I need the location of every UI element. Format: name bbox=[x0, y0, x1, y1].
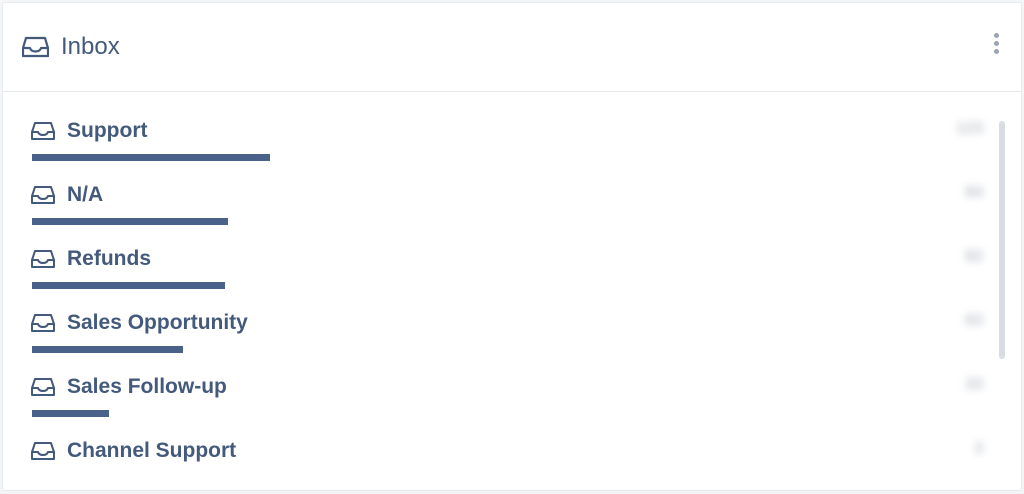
inbox-row-bar bbox=[32, 410, 109, 417]
inbox-icon bbox=[31, 122, 55, 140]
inbox-row-label: N/A bbox=[67, 183, 104, 206]
inbox-card: Inbox Support 123 N/A 84 Refunds 82 Sales Oppo… bbox=[2, 2, 1022, 491]
inbox-icon bbox=[31, 442, 55, 460]
inbox-row-label: Support bbox=[67, 119, 148, 142]
inbox-row-label: Sales Follow-up bbox=[67, 375, 227, 398]
inbox-row[interactable]: Channel Support 3 bbox=[31, 426, 983, 482]
inbox-list: Support 123 N/A 84 Refunds 82 Sales Opportunit… bbox=[3, 92, 1021, 490]
more-vertical-icon[interactable] bbox=[989, 33, 1003, 59]
inbox-row[interactable]: Refunds 82 bbox=[31, 234, 983, 290]
inbox-row[interactable]: N/A 84 bbox=[31, 170, 983, 226]
inbox-row[interactable]: Sales Follow-up 33 bbox=[31, 362, 983, 418]
inbox-row[interactable]: Support 123 bbox=[31, 106, 983, 162]
inbox-row-count: 123 bbox=[956, 120, 983, 137]
inbox-row-label: Channel Support bbox=[67, 439, 237, 462]
inbox-row-label: Sales Opportunity bbox=[67, 311, 248, 334]
inbox-icon bbox=[22, 36, 49, 58]
inbox-row-bar bbox=[32, 218, 228, 225]
inbox-row-count: 63 bbox=[965, 312, 983, 329]
inbox-icon bbox=[31, 250, 55, 268]
inbox-row-bar bbox=[32, 154, 270, 161]
inbox-row-label: Refunds bbox=[67, 247, 151, 270]
inbox-row-count: 3 bbox=[974, 440, 983, 457]
inbox-icon bbox=[31, 186, 55, 204]
scrollbar[interactable] bbox=[999, 121, 1005, 359]
inbox-row-count: 84 bbox=[965, 184, 983, 201]
card-header: Inbox bbox=[3, 3, 1021, 92]
inbox-row-count: 33 bbox=[965, 376, 983, 393]
inbox-row-bar bbox=[32, 282, 225, 289]
inbox-icon bbox=[31, 378, 55, 396]
inbox-icon bbox=[31, 314, 55, 332]
inbox-row-count: 82 bbox=[965, 248, 983, 265]
page-title: Inbox bbox=[61, 33, 120, 60]
inbox-row[interactable]: Sales Opportunity 63 bbox=[31, 298, 983, 354]
inbox-row-bar bbox=[32, 346, 183, 353]
